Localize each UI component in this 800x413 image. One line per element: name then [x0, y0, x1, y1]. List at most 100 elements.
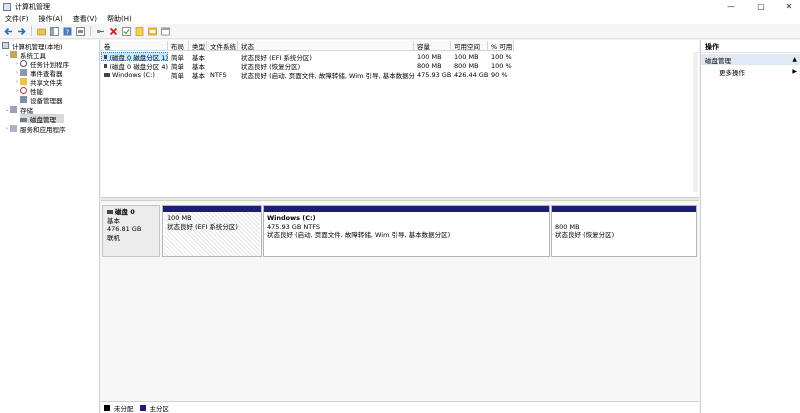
partition-windows-c[interactable]: Windows (C:) 475.93 GB NTFS 状态良好 (启动, 页面… [263, 205, 550, 257]
partition-body: 100 MB 状态良好 (EFI 系统分区) [164, 212, 260, 256]
maximize-button[interactable]: ▢ [750, 0, 772, 13]
disk-icon [107, 210, 113, 215]
menu-action[interactable]: 操作(A) [34, 14, 68, 24]
partition-legend: 未分配 主分区 [101, 401, 699, 413]
tree-item-device-manager[interactable]: 设备管理器 [20, 95, 63, 105]
partition-size: 800 MB [555, 222, 580, 231]
capacity-cell: 800 MB [417, 61, 442, 70]
type-cell: 基本 [192, 53, 205, 62]
status-cell: 状态良好 (启动, 页面文件, 故障转储, Wim 引导, 基本数据分区) [241, 71, 414, 80]
more-actions[interactable]: 更多操作 ▶ [701, 66, 800, 77]
primary-swatch [139, 404, 146, 411]
tree-item-disk-management[interactable]: 磁盘管理 [20, 114, 64, 124]
filesystem-cell: NTFS [210, 70, 227, 79]
minimize-button[interactable]: — [720, 0, 742, 13]
toolbar-separator [90, 26, 91, 36]
disk-size: 476.81 GB [107, 225, 142, 233]
percent-free-cell: 90 % [491, 70, 508, 79]
volume-icon [104, 63, 108, 68]
properties-icon[interactable] [75, 26, 86, 37]
volume-name: (磁盘 0 磁盘分区 1) [109, 53, 168, 62]
partition-efi[interactable]: 100 MB 状态良好 (EFI 系统分区) [162, 205, 262, 257]
performance-icon [20, 87, 27, 94]
tree-item-services-apps[interactable]: › 服务和应用程序 [4, 124, 66, 134]
computer-management-icon [3, 2, 11, 11]
connect-icon[interactable] [95, 26, 106, 37]
actions-section-disk-management[interactable]: 磁盘管理 ▲ [701, 54, 800, 65]
menu-file[interactable]: 文件(F) [0, 14, 34, 24]
disk-status: 联机 [107, 233, 120, 242]
legend-primary: 主分区 [149, 404, 170, 413]
tree-item-storage[interactable]: ⌄ 存储 [4, 105, 33, 115]
view-icon[interactable] [160, 26, 171, 37]
volume-list-scrollbar[interactable] [693, 52, 698, 192]
toolbar: ? [0, 24, 800, 39]
back-icon[interactable] [3, 26, 14, 37]
volume-name: Windows (C:) [112, 70, 155, 79]
export-icon[interactable] [147, 26, 158, 37]
disk-management-icon [20, 117, 27, 122]
disk-0-label[interactable]: 磁盘 0 基本 476.81 GB 联机 [102, 205, 160, 257]
capacity-cell: 100 MB [417, 52, 442, 61]
free-space-cell: 426.44 GB [454, 70, 488, 79]
percent-free-cell: 100 % [491, 61, 512, 70]
table-row[interactable]: Windows (C:) 简单 基本 NTFS 状态良好 (启动, 页面文件, … [101, 70, 699, 79]
column-status[interactable]: 状态 [238, 41, 414, 51]
type-cell: 基本 [192, 62, 205, 71]
partition-body: Windows (C:) 475.93 GB NTFS 状态良好 (启动, 页面… [264, 212, 549, 242]
partition-status: 状态良好 (启动, 页面文件, 故障转储, Wim 引导, 基本数据分区) [267, 231, 451, 239]
close-button[interactable]: ✕ [778, 0, 800, 13]
filesystem-cell [207, 61, 238, 70]
volume-cell: (磁盘 0 磁盘分区 1) [101, 52, 168, 61]
table-row[interactable]: (磁盘 0 磁盘分区 1) 简单 基本 状态良好 (EFI 系统分区) 100 … [101, 52, 699, 61]
device-manager-icon [20, 96, 27, 103]
volume-name: (磁盘 0 磁盘分区 4) [109, 62, 168, 71]
partition-status: 状态良好 (恢复分区) [555, 231, 615, 239]
column-type[interactable]: 类型 [189, 41, 207, 51]
tree-item-label: 服务和应用程序 [20, 125, 66, 134]
layout-cell: 简单 [171, 53, 184, 62]
help-icon[interactable]: ? [62, 26, 73, 37]
tree-item-label: 设备管理器 [30, 96, 63, 105]
partition-spacer [555, 214, 693, 223]
navigation-tree: 计算机管理(本地) ⌄ 系统工具 › 任务计划程序 › 事件查看器 › 共享文件… [0, 40, 100, 413]
layout-cell: 简单 [171, 71, 184, 80]
column-percent-free[interactable]: % 可用 [488, 41, 514, 51]
disk-name-text: 磁盘 0 [115, 208, 135, 216]
window-title: 计算机管理 [15, 2, 50, 11]
partition-body: 800 MB 状态良好 (恢复分区) [552, 212, 696, 242]
column-free-space[interactable]: 可用空间 [451, 41, 488, 51]
type-cell: 基本 [192, 71, 205, 80]
up-folder-icon[interactable] [36, 26, 47, 37]
table-row[interactable]: (磁盘 0 磁盘分区 4) 简单 基本 状态良好 (恢复分区) 800 MB 8… [101, 61, 699, 70]
partition-title: Windows (C:) [267, 214, 316, 222]
status-cell: 状态良好 (恢复分区) [241, 62, 301, 71]
delete-icon[interactable] [108, 26, 119, 37]
menu-help[interactable]: 帮助(H) [102, 14, 137, 24]
capacity-cell: 475.93 GB [417, 70, 451, 79]
new-icon[interactable] [134, 26, 145, 37]
filesystem-cell [207, 52, 238, 61]
partition-size: 100 MB [167, 214, 192, 222]
menu-view[interactable]: 查看(V) [68, 14, 102, 24]
column-capacity[interactable]: 容量 [414, 41, 451, 51]
show-hide-tree-icon[interactable] [49, 26, 60, 37]
collapse-up-icon[interactable]: ▲ [792, 56, 797, 63]
forward-icon[interactable] [16, 26, 27, 37]
check-icon[interactable] [121, 26, 132, 37]
layout-cell: 简单 [171, 62, 184, 71]
free-space-cell: 100 MB [454, 52, 479, 61]
partition-recovery[interactable]: 800 MB 状态良好 (恢复分区) [551, 205, 697, 257]
column-filesystem[interactable]: 文件系统 [207, 41, 238, 51]
tree-item-label: 磁盘管理 [30, 115, 56, 124]
volume-cell: (磁盘 0 磁盘分区 4) [101, 61, 168, 70]
volume-icon [104, 72, 110, 77]
toolbar-separator [31, 26, 32, 36]
legend-unallocated: 未分配 [114, 404, 134, 413]
column-volume[interactable]: 卷 [101, 41, 168, 51]
actions-pane: 操作 磁盘管理 ▲ 更多操作 ▶ [700, 40, 800, 413]
more-actions-label: 更多操作 [719, 68, 745, 77]
column-layout[interactable]: 布局 [168, 41, 189, 51]
free-space-cell: 800 MB [454, 61, 479, 70]
svg-text:?: ? [66, 28, 70, 36]
